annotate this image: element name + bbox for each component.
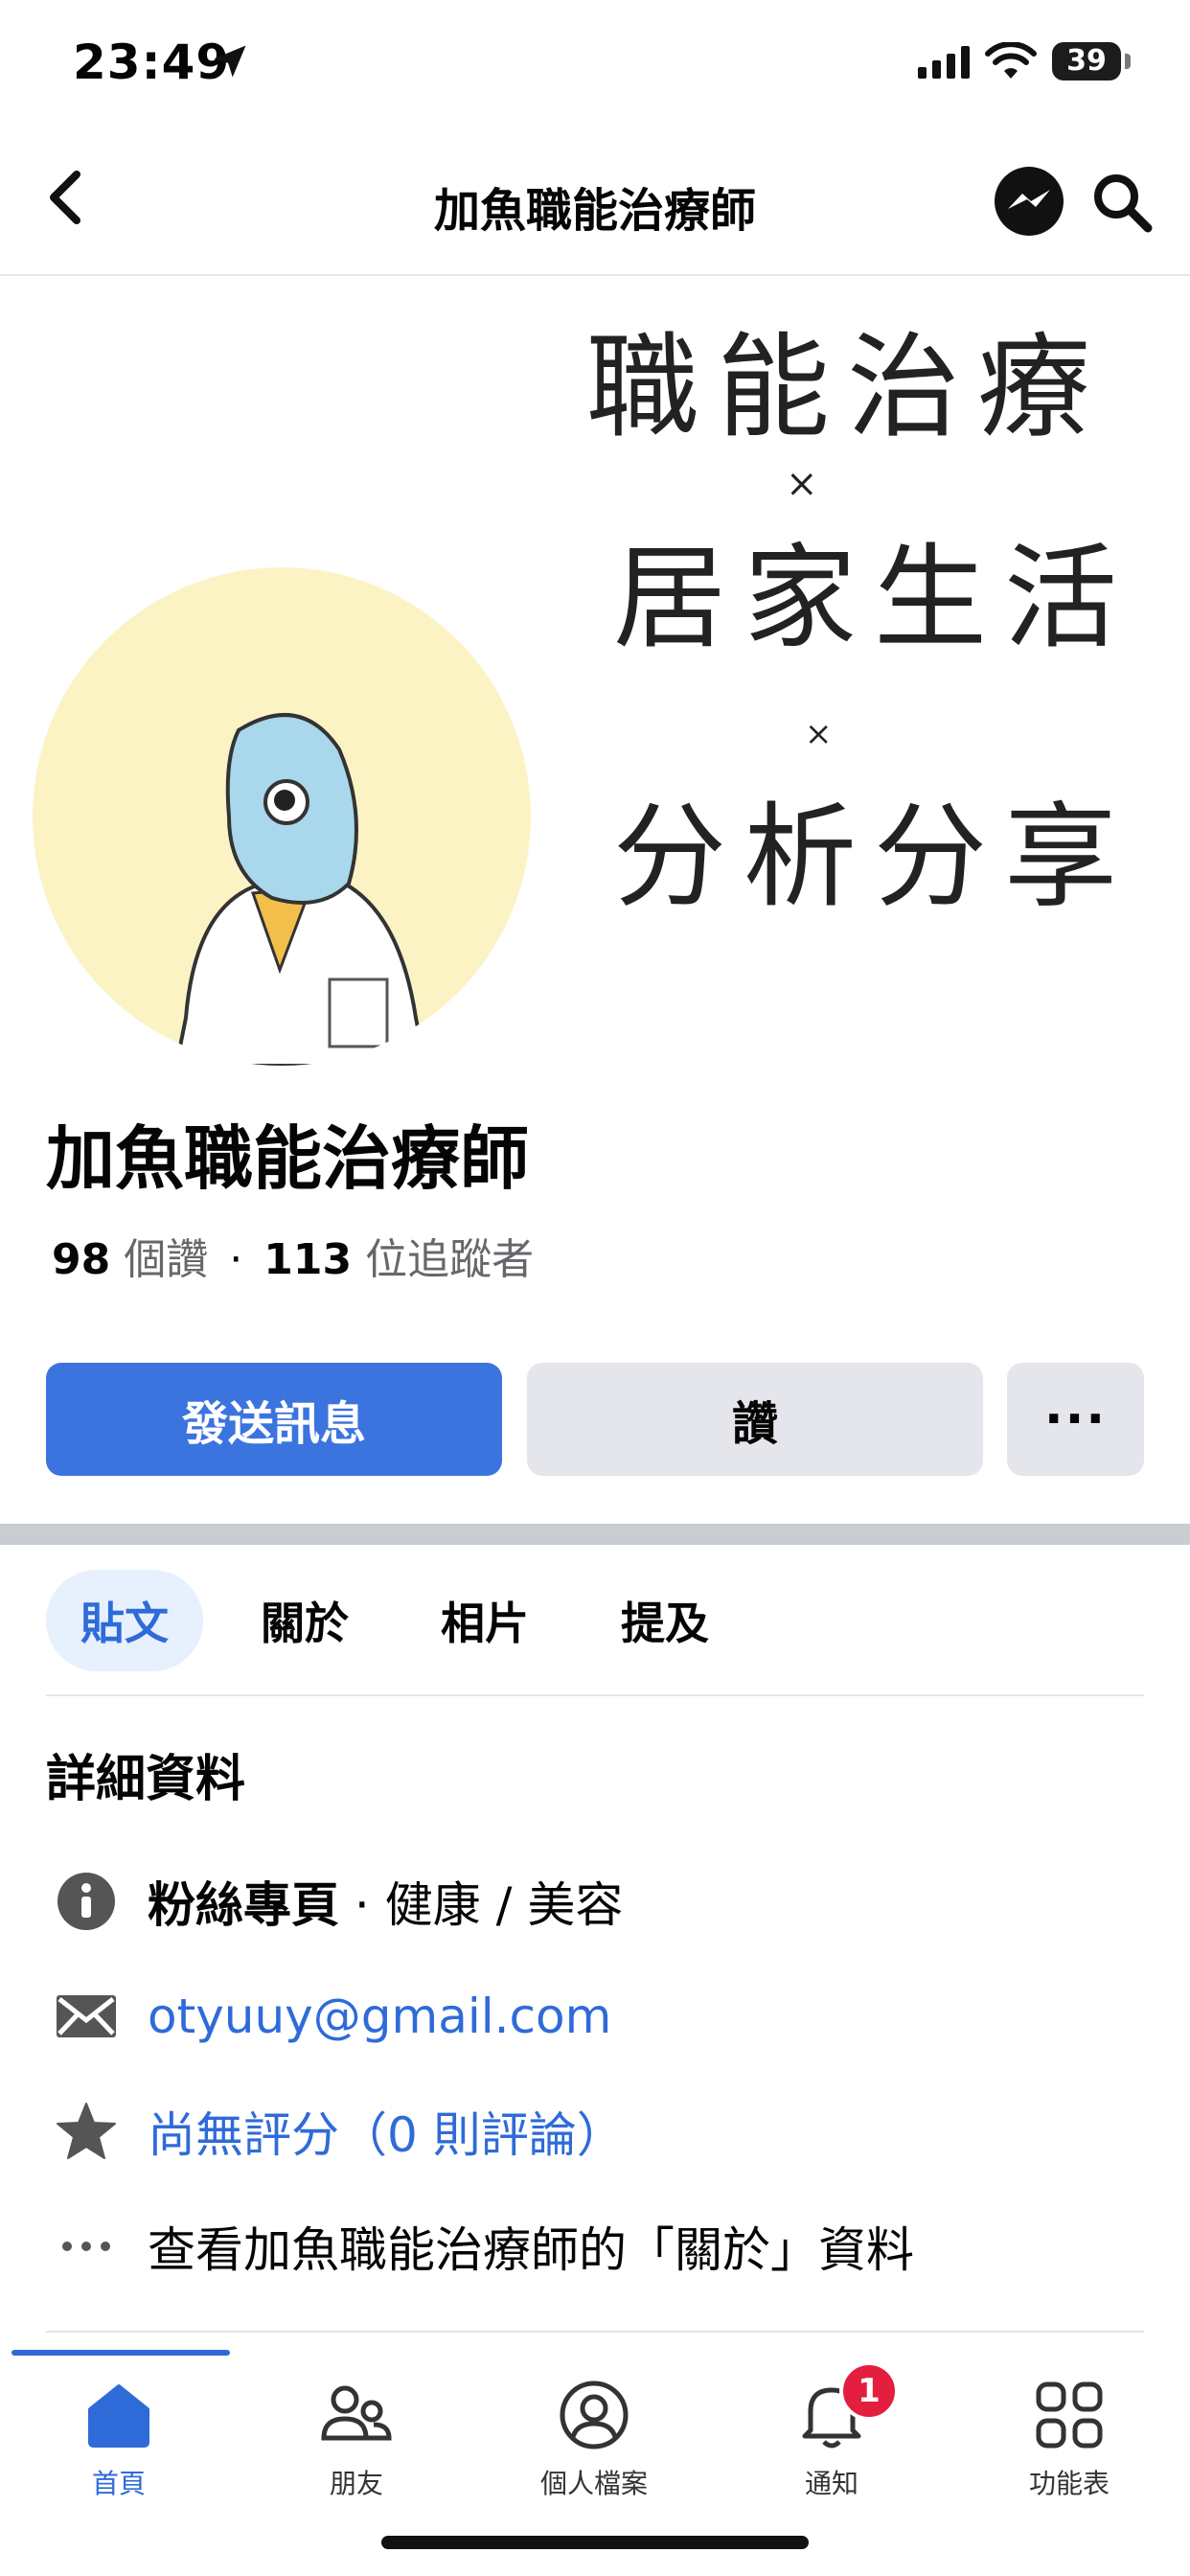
page-name: 加魚職能治療師	[46, 1118, 530, 1199]
nav-home-label: 首頁	[91, 2468, 146, 2499]
detail-email-row[interactable]: otyuuy@gmail.com	[46, 1968, 1157, 2064]
nav-profile-label: 個人檔案	[539, 2468, 648, 2499]
tab-mentions[interactable]: 提及	[586, 1570, 744, 1671]
cover-text-line1: 職能治療	[586, 321, 1109, 453]
location-arrow-icon	[214, 45, 246, 78]
messenger-icon[interactable]	[993, 165, 1065, 238]
search-icon[interactable]	[1090, 171, 1154, 234]
fish-doctor-illustration	[173, 713, 428, 1066]
tab-about[interactable]: 關於	[226, 1570, 383, 1671]
likes-count: 98	[52, 1235, 111, 1284]
like-button[interactable]: 讚	[527, 1363, 983, 1476]
email-link[interactable]: otyuuy@gmail.com	[148, 1989, 611, 2044]
more-options-button[interactable]: ···	[1007, 1363, 1144, 1476]
detail-category-row: 粉絲專頁 · 健康 / 美容	[46, 1853, 1157, 1949]
cover-separator-2: ×	[805, 715, 833, 753]
tabs-divider	[46, 1694, 1144, 1696]
nav-profile[interactable]: 個人檔案	[475, 2367, 713, 2511]
battery-indicator: 39	[1052, 42, 1121, 80]
nav-menu[interactable]: 功能表	[950, 2367, 1188, 2511]
battery-tip	[1125, 54, 1131, 69]
followers-count: 113	[263, 1235, 353, 1284]
nav-notifications-label: 通知	[804, 2468, 858, 2499]
home-icon	[80, 2377, 157, 2453]
likes-label[interactable]: 個讚	[124, 1235, 208, 1284]
active-tab-indicator	[11, 2350, 230, 2356]
followers-label[interactable]: 位追蹤者	[365, 1235, 534, 1284]
notification-badge: 1	[839, 2361, 899, 2421]
category-separator: ·	[339, 1877, 385, 1933]
friends-icon	[318, 2377, 395, 2453]
details-title: 詳細資料	[46, 1751, 246, 1808]
bell-icon: 1	[793, 2361, 899, 2453]
tab-photos[interactable]: 相片	[406, 1570, 563, 1671]
cover-text-line2: 居家生活	[613, 532, 1135, 664]
nav-menu-label: 功能表	[1028, 2468, 1110, 2499]
nav-home[interactable]: 首頁	[0, 2367, 238, 2511]
nav-friends-label: 朋友	[329, 2468, 383, 2499]
profile-avatar[interactable]	[33, 567, 531, 1066]
category-type: 粉絲專頁	[148, 1877, 339, 1933]
wifi-icon	[985, 42, 1037, 79]
send-message-button[interactable]: 發送訊息	[46, 1363, 502, 1476]
more-dots-icon	[46, 2206, 126, 2287]
nav-friends[interactable]: 朋友	[238, 2367, 475, 2511]
profile-icon	[556, 2377, 632, 2453]
rating-link[interactable]: 尚無評分（0 則評論）	[148, 2097, 625, 2166]
status-time: 23:49	[73, 34, 231, 90]
cover-separator-1: ×	[786, 462, 818, 506]
detail-rating-row[interactable]: 尚無評分（0 則評論）	[46, 2083, 1157, 2179]
about-link[interactable]: 查看加魚職能治療師的「關於」資料	[148, 2212, 914, 2281]
category-value: 健康 / 美容	[384, 1877, 624, 1933]
section-separator	[0, 1524, 1190, 1545]
nav-notifications[interactable]: 1 通知	[713, 2361, 950, 2511]
stats-dot: ·	[229, 1235, 243, 1284]
cellular-signal-icon	[918, 46, 970, 79]
envelope-icon	[46, 1976, 126, 2057]
detail-about-row[interactable]: 查看加魚職能治療師的「關於」資料	[46, 2198, 1157, 2294]
info-icon	[46, 1861, 126, 1942]
cover-text-line3: 分析分享	[613, 791, 1135, 923]
star-icon	[46, 2091, 126, 2172]
tab-posts[interactable]: 貼文	[46, 1570, 203, 1671]
menu-grid-icon	[1031, 2377, 1108, 2453]
page-stats: 98 個讚 · 113 位追蹤者	[52, 1225, 534, 1286]
home-indicator	[381, 2536, 809, 2549]
content-divider	[46, 2331, 1144, 2333]
